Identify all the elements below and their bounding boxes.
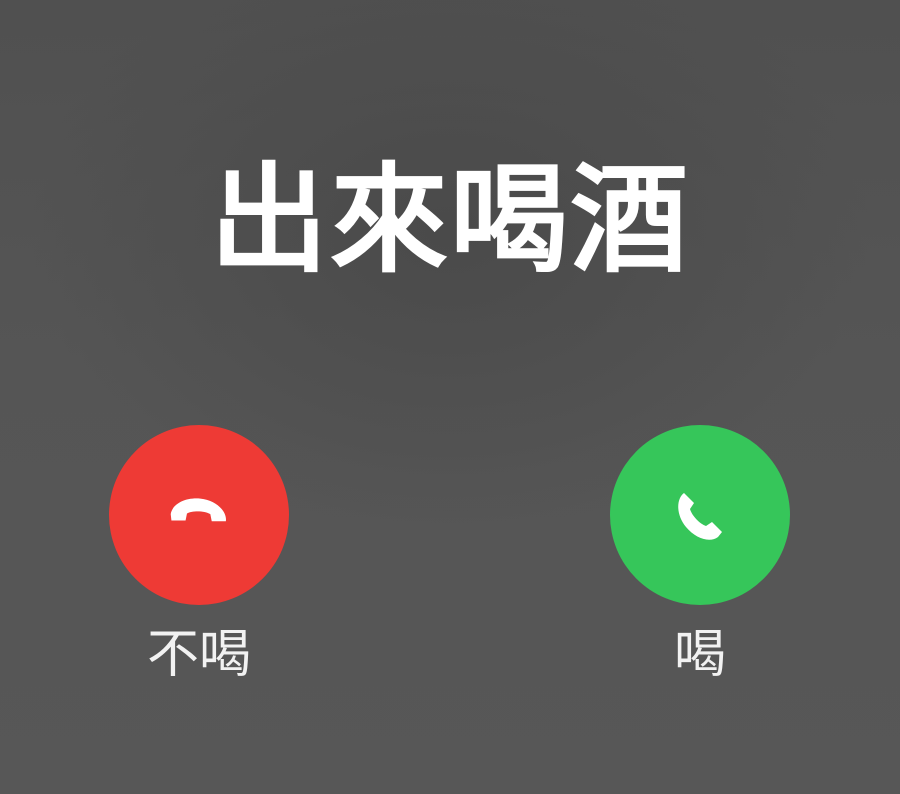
incoming-call-screen: 出來喝酒 不喝 喝 [0, 0, 900, 794]
phone-icon [650, 465, 750, 565]
caller-name: 出來喝酒 [209, 151, 690, 289]
decline-call-button[interactable] [109, 425, 289, 605]
hang-up-phone-icon [149, 465, 249, 565]
decline-label: 不喝 [146, 625, 251, 685]
accept-label: 喝 [673, 625, 726, 685]
accept-call-button[interactable] [610, 425, 790, 605]
